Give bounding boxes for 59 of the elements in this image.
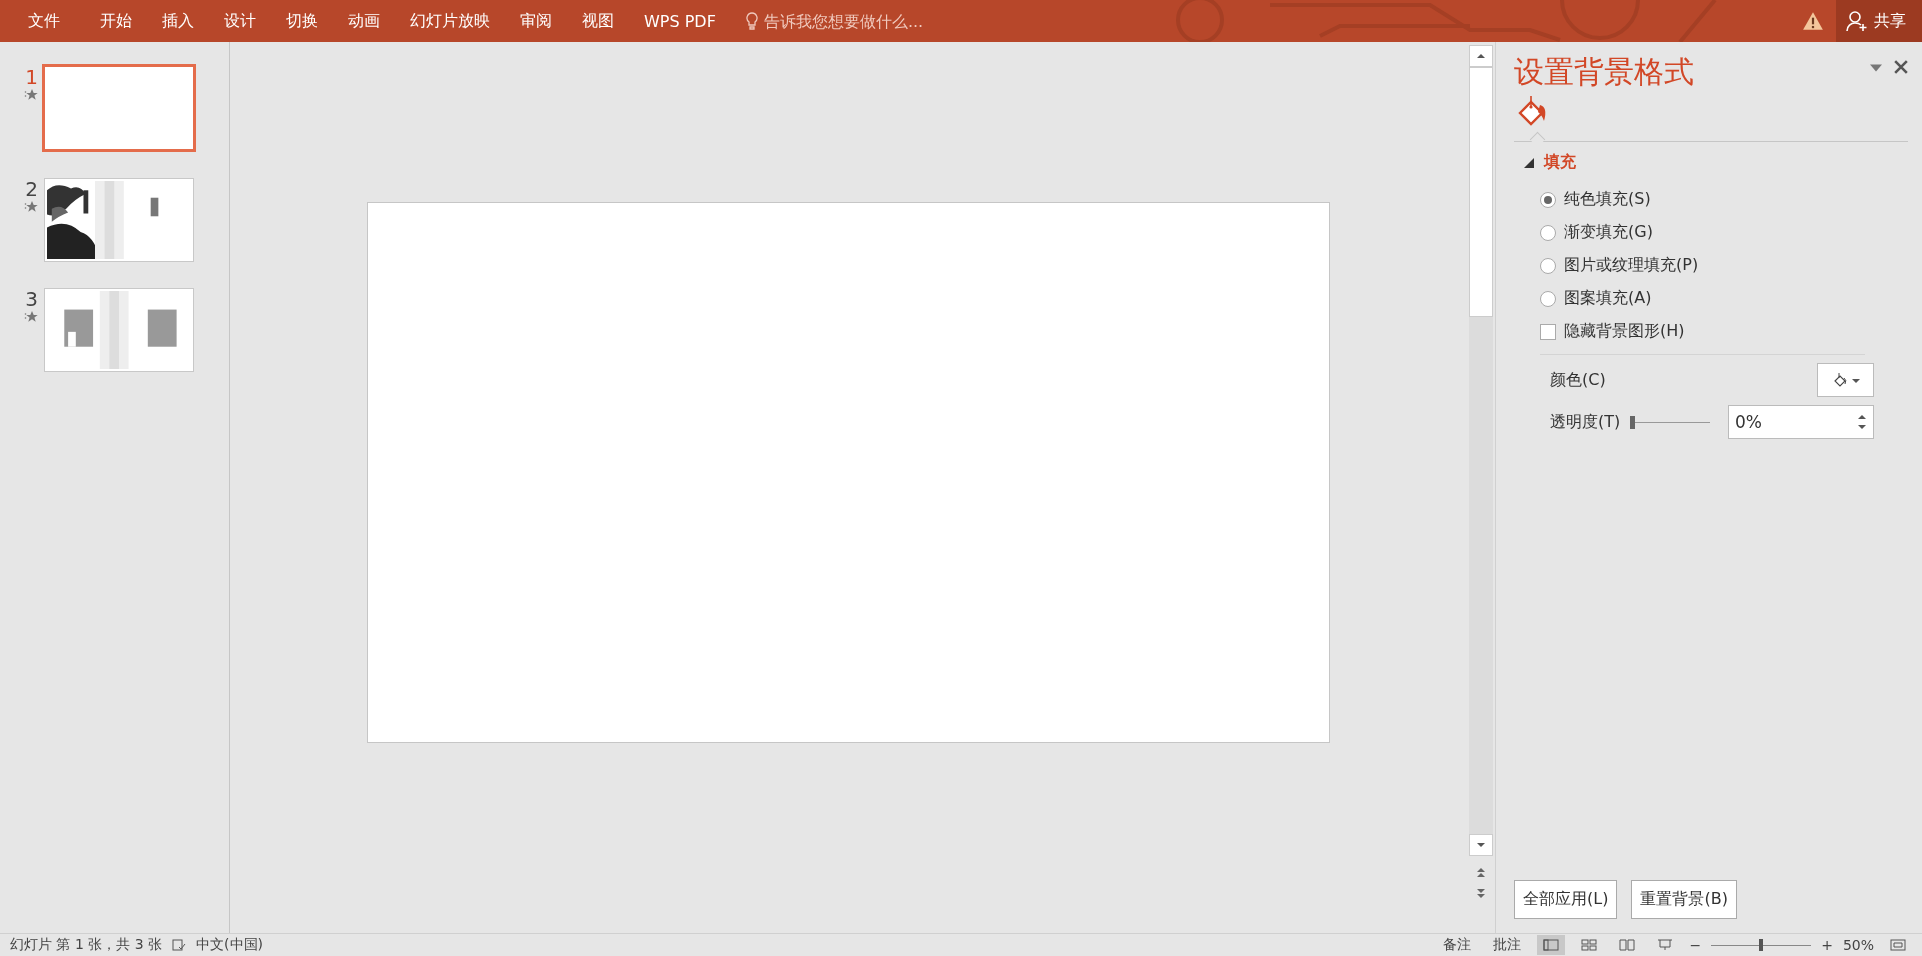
transparency-field[interactable]: 0%	[1728, 405, 1874, 439]
menu-tab[interactable]: 设计	[224, 6, 256, 36]
radio-label: 纯色填充(S)	[1564, 189, 1651, 210]
star-icon	[24, 200, 38, 214]
dropdown-arrow-icon[interactable]	[1870, 64, 1882, 72]
scrollbar-thumb[interactable]	[1469, 67, 1493, 317]
scroll-up-button[interactable]	[1469, 45, 1493, 67]
zoom-out-button[interactable]: −	[1689, 937, 1702, 953]
color-label: 颜色(C)	[1550, 369, 1606, 391]
menu-tab[interactable]: 开始	[100, 6, 132, 36]
slider-thumb[interactable]	[1630, 415, 1636, 429]
radio-button[interactable]	[1540, 191, 1556, 208]
language-label[interactable]: 中文(中国)	[196, 936, 263, 954]
checkbox-label: 隐藏背景图形(H)	[1564, 321, 1685, 342]
radio-button[interactable]	[1540, 257, 1556, 274]
lightbulb-icon	[745, 12, 758, 30]
slide-number: 2	[25, 178, 38, 200]
transparency-label: 透明度(T)	[1550, 411, 1621, 433]
menu-tab[interactable]: 动画	[348, 6, 380, 36]
menu-tab[interactable]: WPS PDF	[644, 7, 716, 35]
menu-tab[interactable]: 视图	[582, 6, 614, 36]
share-button[interactable]: 共享	[1836, 0, 1922, 42]
radio-label: 渐变填充(G)	[1564, 222, 1653, 243]
color-picker-button[interactable]	[1817, 363, 1874, 397]
fill-section-header[interactable]: 填充	[1524, 152, 1908, 173]
zoom-thumb[interactable]	[1759, 939, 1764, 951]
menu-tab[interactable]: 审阅	[520, 6, 552, 36]
close-icon[interactable]	[1894, 60, 1908, 74]
slide-number: 3	[25, 288, 38, 310]
radio-button[interactable]	[1540, 224, 1556, 241]
previous-slide-icon[interactable]	[1475, 866, 1487, 878]
menu-tab[interactable]: 文件	[28, 6, 60, 36]
slide-count: 幻灯片 第 1 张，共 3 张	[10, 936, 163, 954]
star-icon	[24, 310, 38, 324]
notes-button[interactable]: 备注	[1437, 936, 1478, 954]
normal-view-icon[interactable]	[1537, 935, 1566, 955]
menu-tab[interactable]: 插入	[162, 6, 194, 36]
panel-title: 设置背景格式	[1514, 53, 1695, 91]
radio-button[interactable]	[1540, 290, 1556, 307]
warning-icon[interactable]	[1802, 11, 1824, 31]
zoom-in-button[interactable]: +	[1821, 937, 1833, 953]
radio-label: 图片或纹理填充(P)	[1564, 255, 1699, 276]
collapse-triangle-icon	[1524, 157, 1534, 168]
spellcheck-icon[interactable]	[172, 938, 187, 952]
scroll-down-button[interactable]	[1469, 834, 1493, 856]
menu-tab[interactable]: 幻灯片放映	[410, 6, 490, 36]
next-slide-icon[interactable]	[1475, 888, 1487, 900]
menu-tab[interactable]: 切换	[286, 6, 318, 36]
checkbox[interactable]	[1540, 323, 1556, 340]
radio-label: 图案填充(A)	[1564, 288, 1652, 309]
slide-thumbnail[interactable]	[42, 64, 196, 152]
tell-me-field[interactable]: 告诉我您想要做什么...	[745, 11, 974, 31]
zoom-level[interactable]: 50%	[1842, 937, 1874, 953]
star-icon	[24, 88, 38, 102]
add-user-icon	[1846, 10, 1868, 32]
panel-button[interactable]: 重置背景(B)	[1631, 880, 1737, 919]
comments-button[interactable]: 批注	[1487, 936, 1528, 954]
panel-button[interactable]: 全部应用(L)	[1514, 880, 1618, 919]
slide-number: 1	[25, 66, 38, 88]
